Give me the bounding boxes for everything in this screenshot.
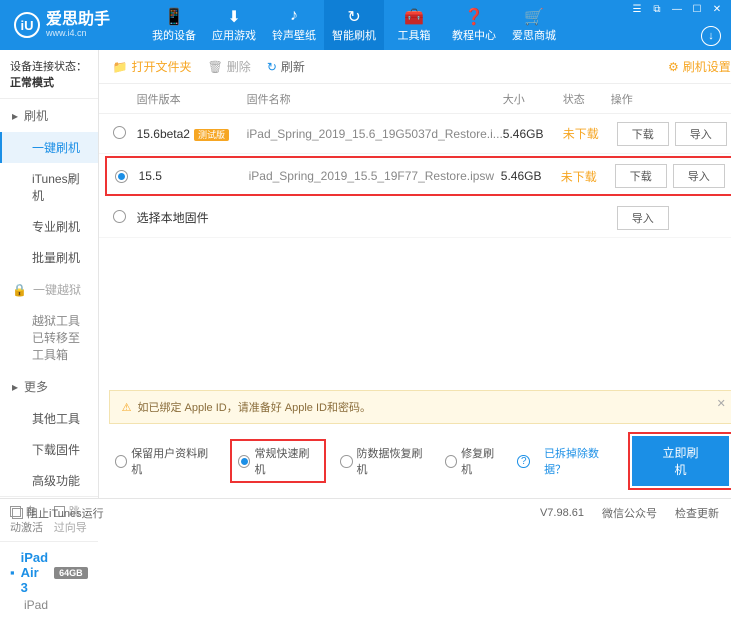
sidebar-item[interactable]: 批量刷机 [0,242,98,273]
nav-我的设备[interactable]: 📱我的设备 [144,0,204,50]
download-indicator-icon[interactable]: ↓ [701,26,721,46]
minimize-icon[interactable]: — [669,4,685,16]
logo-icon: iU [14,12,40,38]
firmware-row[interactable]: 15.6beta2测试版iPad_Spring_2019_15.6_19G503… [99,114,731,154]
sidebar-item[interactable]: iTunes刷机 [0,163,98,211]
menu-group-flash[interactable]: ▸刷机 [0,99,98,132]
open-folder-button[interactable]: 打开文件夹 [113,58,192,75]
appleid-warning: 如已绑定 Apple ID，请准备好 Apple ID和密码。 ✕ [109,390,731,424]
download-button[interactable]: 下载 [615,164,667,188]
local-radio[interactable] [113,210,126,223]
close-icon[interactable]: ✕ [709,4,725,16]
flash-now-button[interactable]: 立即刷机 [632,436,728,486]
sidebar-item[interactable]: 一键刷机 [0,132,98,163]
local-firmware-row: 选择本地固件 导入 [99,198,731,238]
nav-icon: 🛒 [524,7,544,25]
check-update-link[interactable]: 检查更新 [675,505,719,521]
clone-icon[interactable]: ⧉ [649,4,665,16]
toolbar: 打开文件夹 删除 刷新 刷机设置 [99,50,731,84]
warn-icon [122,401,132,414]
opt-quick-flash[interactable]: 常规快速刷机 [230,439,326,483]
nav-铃声壁纸[interactable]: ♪铃声壁纸 [264,0,324,50]
flash-options: 保留用户资料刷机 常规快速刷机 防数据恢复刷机 修复刷机 ? 已拆掉除数据？ 立… [99,424,731,498]
download-button[interactable]: 下载 [617,122,669,146]
nav-教程中心[interactable]: ❓教程中心 [444,0,504,50]
firmware-row[interactable]: 15.5iPad_Spring_2019_15.5_19F77_Restore.… [105,156,731,196]
row-radio[interactable] [113,126,126,139]
connection-status: 设备连接状态：正常模式 [0,50,98,99]
gear-icon [668,60,679,74]
device-info[interactable]: ▪iPad Air 364GB iPad [0,541,98,620]
sidebar: 设备连接状态：正常模式 ▸刷机 一键刷机iTunes刷机专业刷机批量刷机 🔒一键… [0,50,99,498]
titlebar: iU 爱思助手 www.i4.cn 📱我的设备⬇应用游戏♪铃声壁纸↻智能刷机🧰工… [0,0,731,50]
main-panel: 打开文件夹 删除 刷新 刷机设置 固件版本 固件名称 大小 状态 操作 15.6… [99,50,731,498]
data-removed-link[interactable]: 已拆掉除数据？ [544,445,618,477]
opt-keep-data[interactable]: 保留用户资料刷机 [115,445,216,477]
nav-icon: 📱 [164,7,184,25]
app-name: 爱思助手 [46,12,110,28]
row-radio[interactable] [115,170,128,183]
sidebar-item[interactable]: 下载固件 [0,434,98,465]
menu-icon[interactable]: ☰ [629,4,645,16]
refresh-button[interactable]: 刷新 [267,58,305,75]
nav-icon: ♪ [290,7,298,25]
nav-icon: ↻ [347,7,360,25]
import-button[interactable]: 导入 [675,122,727,146]
menu-group-more[interactable]: ▸更多 [0,370,98,403]
nav-工具箱[interactable]: 🧰工具箱 [384,0,444,50]
nav-爱思商城[interactable]: 🛒爱思商城 [504,0,564,50]
nav-icon: ❓ [464,7,484,25]
app-logo: iU 爱思助手 www.i4.cn [0,12,124,38]
nav-icon: 🧰 [404,7,424,25]
wechat-link[interactable]: 微信公众号 [602,505,657,521]
block-itunes-checkbox[interactable]: 阻止iTunes运行 [12,505,104,521]
sidebar-item[interactable]: 高级功能 [0,465,98,496]
trash-icon [208,60,223,74]
folder-icon [113,60,128,74]
refresh-icon [267,60,277,74]
import-local-button[interactable]: 导入 [617,206,669,230]
help-icon[interactable]: ? [517,455,530,468]
flash-settings-button[interactable]: 刷机设置 [668,58,731,75]
sidebar-item[interactable]: 其他工具 [0,403,98,434]
sidebar-item[interactable]: 专业刷机 [0,211,98,242]
opt-anti-recovery[interactable]: 防数据恢复刷机 [340,445,431,477]
close-warning-icon[interactable]: ✕ [717,397,726,410]
delete-button[interactable]: 删除 [208,58,251,75]
nav-icon: ⬇ [227,7,240,25]
window-controls: ☰ ⧉ — ☐ ✕ [629,4,725,16]
version-label: V7.98.61 [540,507,584,519]
table-header: 固件版本 固件名称 大小 状态 操作 [99,84,731,114]
menu-group-jailbreak[interactable]: 🔒一键越狱 [0,273,98,306]
opt-repair-flash[interactable]: 修复刷机 [445,445,504,477]
top-nav: 📱我的设备⬇应用游戏♪铃声壁纸↻智能刷机🧰工具箱❓教程中心🛒爱思商城 [144,0,564,50]
maximize-icon[interactable]: ☐ [689,4,705,16]
status-bar: 阻止iTunes运行 V7.98.61 微信公众号 检查更新 [0,498,731,526]
nav-应用游戏[interactable]: ⬇应用游戏 [204,0,264,50]
jailbreak-moved-note: 越狱工具已转移至工具箱 [0,306,98,370]
nav-智能刷机[interactable]: ↻智能刷机 [324,0,384,50]
import-button[interactable]: 导入 [673,164,725,188]
app-sub: www.i4.cn [46,28,110,38]
